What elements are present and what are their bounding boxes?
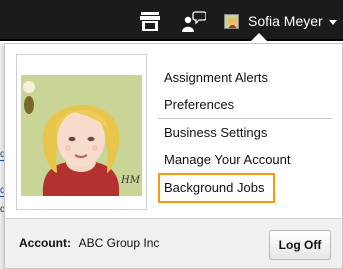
account-name: ABC Group Inc — [78, 236, 160, 250]
people-chat-icon[interactable] — [182, 10, 206, 32]
app-window: d d d Sofia Meyer HM Assignment Alerts P… — [0, 0, 343, 269]
signature-mark: HM — [121, 175, 140, 186]
user-menu-toggle[interactable]: Sofia Meyer — [224, 12, 337, 30]
account-footer: Account: ABC Group Inc Log Off — [5, 218, 342, 268]
menu-item-manage-your-account[interactable]: Manage Your Account — [157, 146, 332, 173]
account-info: Account: ABC Group Inc — [19, 236, 159, 250]
profile-photo-frame: HM — [16, 54, 147, 210]
menu-item-background-jobs[interactable]: Background Jobs — [164, 180, 264, 195]
menu-item-business-settings[interactable]: Business Settings — [157, 119, 332, 146]
user-name: Sofia Meyer — [248, 13, 323, 29]
caret-down-icon — [328, 19, 337, 25]
top-navigation-bar: Sofia Meyer — [0, 0, 343, 42]
user-dropdown-panel: HM Assignment Alerts Preferences Busines… — [4, 43, 343, 269]
profile-photo: HM — [21, 75, 142, 196]
avatar-icon — [224, 13, 239, 29]
store-icon[interactable] — [140, 12, 160, 31]
dropdown-pointer — [250, 33, 268, 42]
menu-item-preferences[interactable]: Preferences — [157, 91, 332, 118]
account-label: Account: — [19, 236, 71, 250]
account-menu: Assignment Alerts Preferences Business S… — [157, 64, 332, 203]
menu-item-background-jobs-wrapper[interactable]: Background Jobs — [157, 173, 332, 203]
log-off-button[interactable]: Log Off — [269, 230, 331, 260]
menu-item-assignment-alerts[interactable]: Assignment Alerts — [157, 64, 332, 91]
